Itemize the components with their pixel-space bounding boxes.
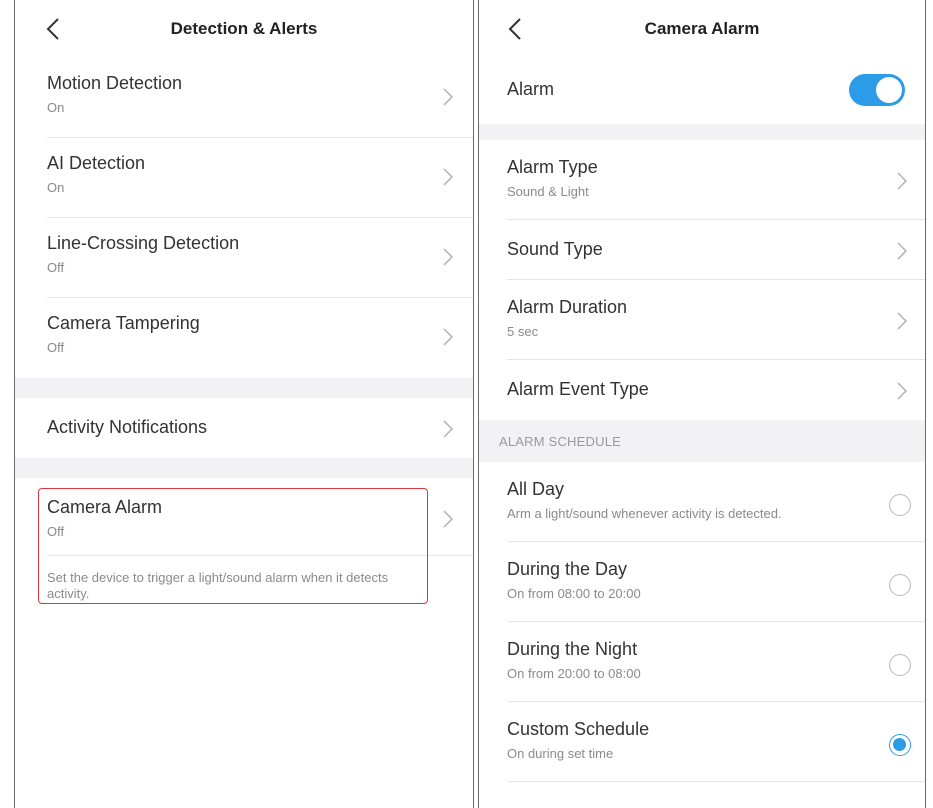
alarm-toggle-switch[interactable] [849, 74, 905, 106]
chevron-right-icon [897, 312, 907, 330]
chevron-right-icon [897, 242, 907, 260]
section-gap [479, 124, 925, 140]
item-value: Off [47, 524, 65, 539]
chevron-left-icon [46, 18, 59, 40]
item-value: On from 08:00 to 20:00 [507, 586, 641, 601]
schedule-option-during-night[interactable]: During the Night On from 20:00 to 08:00 [479, 622, 925, 702]
chevron-right-icon [443, 248, 453, 266]
radio-button[interactable] [889, 654, 911, 676]
detection-alerts-screen: Detection & Alerts Motion Detection On A… [14, 0, 474, 808]
schedule-option-during-day[interactable]: During the Day On from 08:00 to 20:00 [479, 542, 925, 622]
chevron-right-icon [443, 328, 453, 346]
item-value: Off [47, 260, 65, 275]
item-label: Alarm Event Type [507, 379, 649, 399]
chevron-left-icon [508, 18, 521, 40]
camera-alarm-screen: Camera Alarm Alarm Alarm Type Sound & Li… [478, 0, 926, 808]
item-label: Custom Schedule [507, 719, 650, 739]
page-title: Camera Alarm [644, 19, 760, 38]
divider [47, 555, 473, 556]
item-label: AI Detection [47, 153, 146, 173]
item-value: On [47, 100, 65, 115]
section-gap [15, 458, 473, 478]
motion-detection-item[interactable]: Motion Detection On [15, 58, 473, 138]
page-title: Detection & Alerts [170, 19, 318, 38]
item-value: Sound & Light [507, 184, 589, 199]
camera-alarm-item[interactable]: Camera Alarm Off [15, 478, 473, 556]
item-label: During the Day [507, 559, 628, 579]
radio-button[interactable] [889, 574, 911, 596]
alarm-schedule-header: ALARM SCHEDULE [479, 420, 925, 462]
back-button[interactable] [41, 14, 65, 44]
line-crossing-detection-item[interactable]: Line-Crossing Detection Off [15, 218, 473, 298]
item-value: Off [47, 340, 65, 355]
divider [507, 781, 925, 782]
item-label: Sound Type [507, 239, 603, 259]
alarm-toggle-item: Alarm [479, 58, 925, 124]
schedule-option-all-day[interactable]: All Day Arm a light/sound whenever activ… [479, 462, 925, 542]
activity-notifications-item[interactable]: Activity Notifications [15, 398, 473, 458]
item-label: Activity Notifications [47, 417, 208, 437]
camera-tampering-item[interactable]: Camera Tampering Off [15, 298, 473, 378]
section-gap [15, 378, 473, 398]
alarm-duration-item[interactable]: Alarm Duration 5 sec [479, 280, 925, 360]
nav-bar: Detection & Alerts [15, 0, 473, 58]
item-label: Alarm Type [507, 157, 598, 177]
chevron-right-icon [443, 88, 453, 106]
item-value: 5 sec [507, 324, 539, 339]
item-value: On [47, 180, 65, 195]
item-label: All Day [507, 479, 565, 499]
radio-button-selected[interactable] [889, 734, 911, 756]
item-label: Camera Alarm [47, 497, 163, 517]
camera-alarm-description: Set the device to trigger a light/sound … [47, 570, 389, 601]
alarm-event-type-item[interactable]: Alarm Event Type [479, 360, 925, 420]
radio-button[interactable] [889, 494, 911, 516]
item-value: On during set time [507, 746, 614, 761]
item-value: Arm a light/sound whenever activity is d… [507, 506, 782, 521]
chevron-right-icon [443, 420, 453, 438]
item-label: Motion Detection [47, 73, 183, 93]
toggle-knob [876, 77, 902, 103]
item-label: During the Night [507, 639, 638, 659]
item-label: Line-Crossing Detection [47, 233, 240, 253]
item-label: Alarm Duration [507, 297, 628, 317]
chevron-right-icon [897, 172, 907, 190]
chevron-right-icon [443, 168, 453, 186]
item-label: Camera Tampering [47, 313, 200, 333]
item-value: On from 20:00 to 08:00 [507, 666, 641, 681]
nav-bar: Camera Alarm [479, 0, 925, 58]
sound-type-item[interactable]: Sound Type [479, 220, 925, 280]
back-button[interactable] [503, 14, 527, 44]
ai-detection-item[interactable]: AI Detection On [15, 138, 473, 218]
chevron-right-icon [897, 382, 907, 400]
schedule-option-custom[interactable]: Custom Schedule On during set time [479, 702, 925, 782]
alarm-type-item[interactable]: Alarm Type Sound & Light [479, 140, 925, 220]
chevron-right-icon [443, 510, 453, 528]
